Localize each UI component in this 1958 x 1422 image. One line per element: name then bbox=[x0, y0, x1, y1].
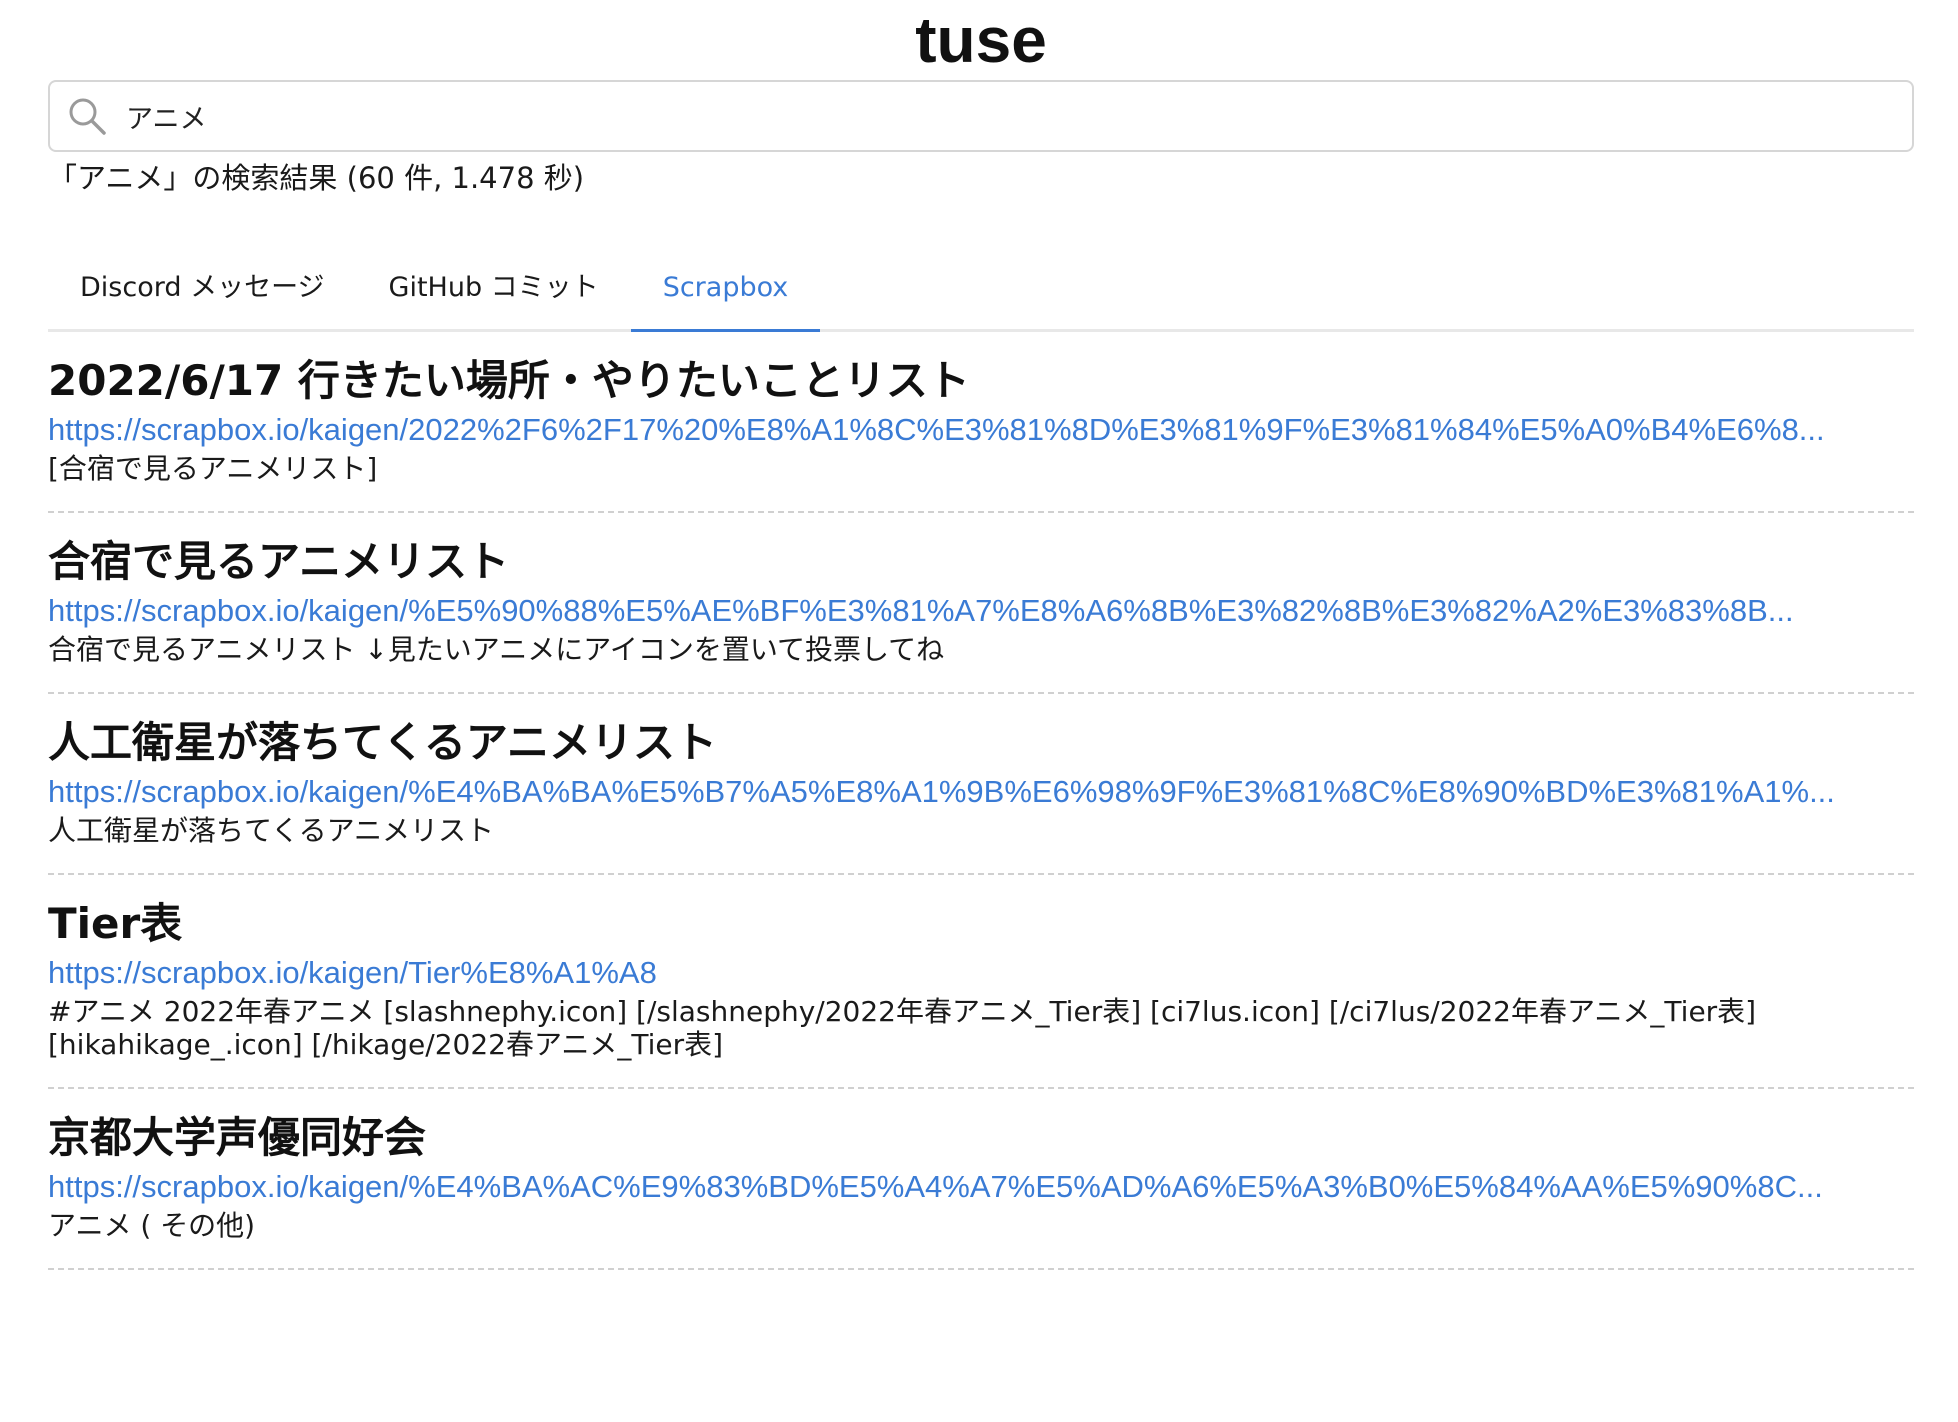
result-title[interactable]: Tier表 bbox=[48, 895, 1914, 953]
result-title[interactable]: 合宿で見るアニメリスト bbox=[48, 533, 1914, 591]
result-snippet: 人工衛星が落ちてくるアニメリスト bbox=[48, 814, 495, 847]
result-snippet: 合宿で見るアニメリスト ↓見たいアニメにアイコンを置いて投票してね bbox=[48, 633, 945, 666]
page: tuse 「アニメ」の検索結果 (60 件, 1.478 秒) Discord … bbox=[48, 0, 1914, 1270]
result-url-link[interactable]: https://scrapbox.io/kaigen/2022%2F6%2F17… bbox=[48, 410, 1914, 450]
result-item: 京都大学声優同好会 https://scrapbox.io/kaigen/%E4… bbox=[48, 1089, 1914, 1270]
tab-discord-messages[interactable]: Discord メッセージ bbox=[48, 248, 357, 329]
result-title[interactable]: 京都大学声優同好会 bbox=[48, 1109, 1914, 1167]
result-item: Tier表 https://scrapbox.io/kaigen/Tier%E8… bbox=[48, 875, 1914, 1089]
result-snippet: [合宿で見るアニメリスト] bbox=[48, 452, 378, 485]
result-item: 合宿で見るアニメリスト https://scrapbox.io/kaigen/%… bbox=[48, 513, 1914, 694]
result-item: 2022/6/17 行きたい場所・やりたいことリスト https://scrap… bbox=[48, 332, 1914, 513]
tab-github-commits[interactable]: GitHub コミット bbox=[357, 248, 631, 329]
result-snippet: #アニメ 2022年春アニメ [slashnephy.icon] [/slash… bbox=[48, 995, 1757, 1061]
result-url-link[interactable]: https://scrapbox.io/kaigen/%E4%BA%AC%E9%… bbox=[48, 1167, 1914, 1207]
tab-bar: Discord メッセージ GitHub コミット Scrapbox bbox=[48, 248, 1914, 332]
results-list: 2022/6/17 行きたい場所・やりたいことリスト https://scrap… bbox=[48, 332, 1914, 1270]
result-url-link[interactable]: https://scrapbox.io/kaigen/%E5%90%88%E5%… bbox=[48, 591, 1914, 631]
result-url-link[interactable]: https://scrapbox.io/kaigen/%E4%BA%BA%E5%… bbox=[48, 772, 1914, 812]
app-title: tuse bbox=[915, 4, 1047, 76]
search-box[interactable] bbox=[48, 80, 1914, 152]
result-summary: 「アニメ」の検索結果 (60 件, 1.478 秒) bbox=[48, 161, 585, 195]
result-title[interactable]: 2022/6/17 行きたい場所・やりたいことリスト bbox=[48, 352, 1914, 410]
result-url-link[interactable]: https://scrapbox.io/kaigen/Tier%E8%A1%A8 bbox=[48, 953, 1914, 993]
search-icon bbox=[64, 93, 110, 139]
result-item: 人工衛星が落ちてくるアニメリスト https://scrapbox.io/kai… bbox=[48, 694, 1914, 875]
result-snippet: アニメ ( その他) bbox=[48, 1209, 256, 1242]
search-input[interactable] bbox=[124, 85, 1912, 147]
tab-scrapbox[interactable]: Scrapbox bbox=[630, 248, 821, 332]
result-title[interactable]: 人工衛星が落ちてくるアニメリスト bbox=[48, 714, 1914, 772]
